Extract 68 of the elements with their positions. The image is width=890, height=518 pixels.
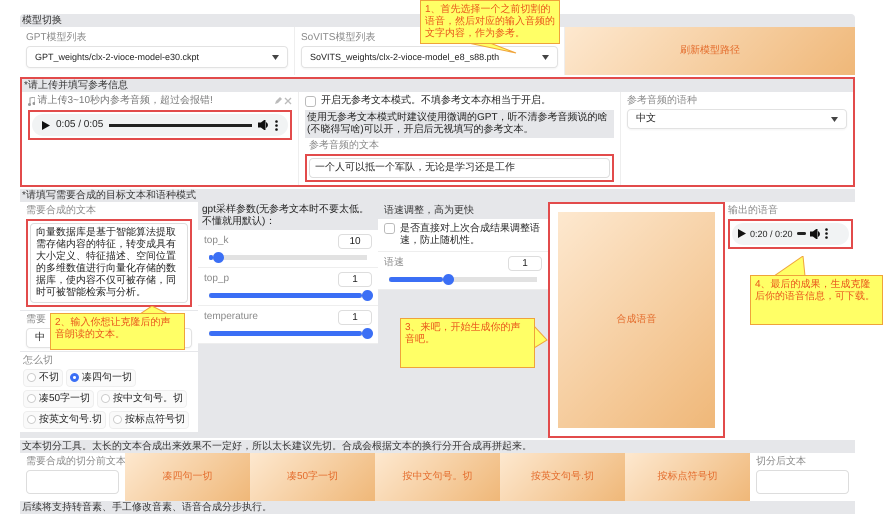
progress-bar[interactable] [796,232,806,235]
callout-pointer [772,256,808,276]
section-title: *请填写需要合成的目标文本和语种模式 [21,188,197,202]
slider-label: 语速 [384,257,404,269]
radio-option[interactable]: 凑四句一切 [66,368,136,386]
slider-thumb[interactable] [362,290,373,300]
number-field[interactable]: 1 [338,272,372,286]
radio-button[interactable] [27,415,36,424]
model-dropdown[interactable]: SoVITS_weights/clx-2-vioce-model_e8_s88.pth [301,46,558,68]
caret-icon [272,54,279,60]
model-dropdown[interactable]: GPT_weights/clx-2-vioce-model-e30.ckpt [26,46,288,68]
checkbox[interactable] [384,222,395,234]
volume-icon[interactable] [810,228,821,238]
field-label: 需要 [26,314,46,326]
radio-button[interactable] [27,394,36,403]
field-label: SoVITS模型列表 [301,32,376,44]
radio-option[interactable]: 按标点符号切 [108,410,189,428]
checkbox-label: 开启无参考文本模式。不填参考文本亦相当于开启。 [321,95,551,107]
field-label: 参考音频的语种 [627,95,697,107]
section-title: 语速调整，高为更快 [383,204,475,216]
progress-bar[interactable] [109,124,252,126]
slider-thumb[interactable] [443,274,454,284]
time-label: 0:20 / 0:20 [750,228,793,240]
section-title: *请上传并填写参考信息 [23,79,129,92]
radio-button[interactable] [101,394,110,403]
field-label: 怎么切 [23,354,53,366]
radio-button[interactable] [70,373,79,382]
play-icon[interactable] [42,120,50,130]
radio-option[interactable]: 按中文句号。切 [97,390,188,408]
radio-option[interactable]: 按英文句号.切 [23,410,106,428]
slider-label: top_k [204,235,228,247]
radio-option[interactable]: 凑50字一切 [23,390,94,408]
field-label: GPT模型列表 [26,32,87,44]
dropdown[interactable]: 中文 [627,109,847,129]
time-label: 0:05 / 0:05 [56,119,104,131]
section-title: 文本切分工具。太长的文本合成出来效果不一定好，所以太长建议先切。合成会根据文本的换行分开合成再拼起来。 [21,440,533,452]
field-label: 切分后文本 [756,456,806,468]
section-title: 后续将支持转音素、手工修改音素、语音合成分步执行。 [21,500,273,514]
section-title: gpt采样参数(无参考文本时不要太低。不懂就用默认)： [201,202,370,228]
callout-tooltip: 3、来吧，开始生成你的声音吧。 [400,318,535,368]
number-field[interactable]: 10 [338,234,372,248]
caret-icon [542,54,549,60]
more-icon[interactable] [275,120,278,130]
field-label: 需要合成的文本 [26,204,96,216]
upload-label: 请上传3~10秒内参考音频，超过会报错! [38,95,213,107]
slider-thumb[interactable] [362,328,373,338]
hint-text: 使用无参考文本模式时建议使用微调的GPT，听不清参考音频说的啥(不晓得写啥)可以开，开启后无视填写的参考文本。 [305,110,614,138]
radio-button[interactable] [27,373,36,382]
slider-thumb[interactable] [213,252,224,262]
number-field[interactable]: 1 [338,310,372,324]
text-area[interactable]: 向量数据库是基于智能算法提取需存储内容的特征，转变成具有大小定义、特征描述、空间位置的多维数值进行向量化存储的数据库，使内容不仅可被存储，同时可被智能检索与分析。 [30,222,188,302]
music-note-icon [28,96,35,106]
checkbox[interactable] [305,96,316,106]
play-icon[interactable] [738,229,746,238]
field-label: 输出的语音 [728,204,778,216]
slider-label: temperature [204,311,258,323]
section-title: 模型切换 [21,14,63,27]
text-area[interactable]: 一个人可以抵一个军队，无论是学习还是工作 [309,158,610,178]
radio-button[interactable] [112,415,122,424]
slider-label: top_p [204,273,230,285]
checkbox-label: 是否直接对上次合成结果调整语速，防止随机性。 [400,222,541,246]
volume-icon[interactable] [258,120,269,130]
caret-icon [831,116,838,122]
more-icon[interactable] [824,228,828,239]
number-field[interactable]: 1 [508,256,542,270]
field-label: 参考音频的文本 [309,140,379,152]
field-label: 需要合成的切分前文本 [26,456,126,468]
radio-option[interactable]: 不切 [23,368,63,386]
